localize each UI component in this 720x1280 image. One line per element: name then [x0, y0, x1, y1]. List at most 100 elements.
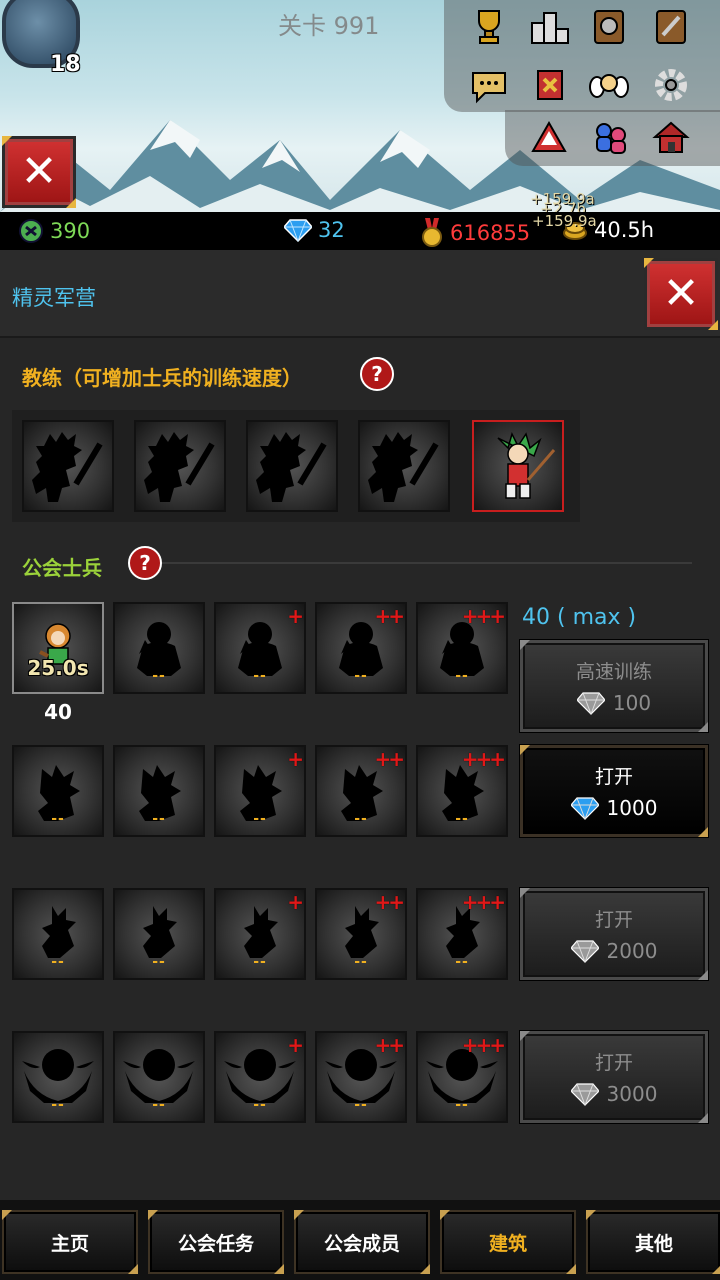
upgrade-plus-marker: +++ — [461, 890, 506, 914]
unlock-row-button[interactable]: 打开 2000 — [520, 888, 708, 980]
soldier-slot-locked[interactable]: -- — [113, 745, 205, 837]
unlock-row-button[interactable]: 打开 3000 — [520, 1031, 708, 1123]
panel-header: 精灵军营 ✕ — [0, 250, 720, 338]
soldier-slot-locked[interactable]: -- +++ — [416, 1031, 508, 1123]
button-label: 高速训练 — [575, 661, 652, 683]
soldier-slot-locked[interactable]: -- + — [214, 745, 306, 837]
angel-icon[interactable] — [588, 64, 630, 106]
button-cost-value: 100 — [612, 691, 652, 715]
upgrade-plus-marker: +++ — [461, 604, 506, 628]
upgrade-plus-marker: + — [287, 1033, 304, 1057]
battle-flag-icon[interactable] — [529, 64, 571, 106]
slot-placeholder: -- — [152, 1097, 166, 1113]
soldier-slot-locked[interactable]: -- + — [214, 1031, 306, 1123]
nav-label: 主页 — [50, 1232, 89, 1255]
medal-count: 616855 — [450, 221, 531, 245]
button-label: 打开 — [594, 766, 633, 788]
nav-home[interactable]: 主页 — [2, 1210, 138, 1274]
soldier-slot-locked[interactable]: -- +++ — [416, 602, 508, 694]
nav-guild-tasks[interactable]: 公会任务 — [148, 1210, 284, 1274]
first-slot-count: 40 — [44, 700, 72, 724]
coach-slot-empty[interactable] — [22, 420, 114, 512]
button-cost: 1000 — [523, 796, 705, 820]
guild-help-button[interactable]: ? — [128, 546, 162, 580]
upgrade-plus-marker: +++ — [461, 747, 506, 771]
soldier-slot-locked[interactable]: -- ++ — [315, 602, 407, 694]
chat-bubble-icon[interactable] — [468, 64, 510, 106]
warning-triangle-icon[interactable] — [528, 116, 570, 158]
slot-placeholder: -- — [253, 811, 267, 827]
skull-icon — [19, 219, 43, 243]
upgrade-plus-marker: + — [287, 747, 304, 771]
slot-placeholder: -- — [455, 668, 469, 684]
soldier-slot-locked[interactable]: -- — [12, 745, 104, 837]
gem-icon — [284, 219, 312, 242]
unlock-row-button[interactable]: 打开 1000 — [520, 745, 708, 837]
soldier-slot-locked[interactable]: -- — [113, 1031, 205, 1123]
fast-train-button[interactable]: 高速训练 100 — [520, 640, 708, 732]
skull-resource: 390 — [18, 218, 90, 244]
gem-resource: 32 — [284, 218, 345, 242]
nav-label: 公会成员 — [323, 1232, 400, 1255]
gear-icon[interactable] — [650, 64, 692, 106]
upgrade-plus-marker: ++ — [374, 1033, 404, 1057]
stage-label: 关卡 991 — [278, 12, 380, 40]
friends-icon[interactable] — [590, 116, 632, 158]
soldier-slot-locked[interactable]: -- +++ — [416, 888, 508, 980]
player-level: 18 — [50, 52, 81, 77]
nav-label: 其他 — [634, 1232, 673, 1255]
nav-label: 公会任务 — [177, 1232, 254, 1255]
upgrade-plus-marker: +++ — [461, 1033, 506, 1057]
ranking-podium-icon[interactable] — [529, 6, 571, 48]
slot-placeholder: -- — [152, 668, 166, 684]
coach-help-button[interactable]: ? — [360, 357, 394, 391]
book-sword-icon[interactable] — [650, 6, 692, 48]
soldier-slot-locked[interactable]: -- ++ — [315, 745, 407, 837]
barracks-panel: 精灵军营 ✕ 教练（可增加士兵的训练速度） ? 公会士兵 ? 40 ( max … — [0, 250, 720, 1200]
book-helmet-icon[interactable] — [588, 6, 630, 48]
panel-close-button[interactable]: ✕ — [644, 258, 718, 330]
house-icon[interactable] — [650, 116, 692, 158]
coach-slot-empty[interactable] — [246, 420, 338, 512]
medal-icon — [422, 218, 442, 247]
button-cost-value: 2000 — [606, 939, 658, 963]
slot-placeholder: -- — [253, 954, 267, 970]
soldier-slot-locked[interactable]: -- — [113, 602, 205, 694]
slot-placeholder: -- — [51, 954, 65, 970]
coach-slot-empty[interactable] — [134, 420, 226, 512]
button-cost: 100 — [523, 691, 705, 715]
nav-buildings[interactable]: 建筑 — [440, 1210, 576, 1274]
resource-bar: 390 32 616855 40.5h +159.9a — [0, 212, 720, 250]
gem-icon — [570, 1083, 599, 1106]
skull-count: 390 — [50, 219, 91, 243]
soldier-slot-locked[interactable]: -- — [12, 1031, 104, 1123]
soldier-slot-locked[interactable]: -- — [113, 888, 205, 980]
trophy-icon[interactable] — [468, 6, 510, 48]
scene-close-button[interactable]: ✕ — [2, 136, 76, 208]
soldier-slot-locked[interactable]: -- + — [214, 888, 306, 980]
coach-slot-empty[interactable] — [358, 420, 450, 512]
nav-guild-members[interactable]: 公会成员 — [294, 1210, 430, 1274]
slot-placeholder: -- — [51, 811, 65, 827]
soldier-slot-training[interactable]: 25.0s — [12, 602, 104, 694]
slot-placeholder: -- — [354, 954, 368, 970]
upgrade-plus-marker: ++ — [374, 604, 404, 628]
button-cost: 3000 — [523, 1082, 705, 1106]
soldier-slot-locked[interactable]: -- ++ — [315, 888, 407, 980]
coach-section-title: 教练（可增加士兵的训练速度） — [22, 366, 302, 390]
soldier-slot-locked[interactable]: -- ++ — [315, 1031, 407, 1123]
bottom-nav: 主页 公会任务 公会成员 建筑 其他 — [0, 1200, 720, 1280]
close-icon: ✕ — [20, 146, 58, 197]
soldier-slot-locked[interactable]: -- + — [214, 602, 306, 694]
slot-placeholder: -- — [354, 1097, 368, 1113]
button-cost-value: 3000 — [606, 1082, 658, 1106]
button-label: 打开 — [594, 909, 633, 931]
coach-slot-elf-archer[interactable] — [472, 420, 564, 512]
soldier-slot-locked[interactable]: -- — [12, 888, 104, 980]
floating-gain-text: +2.7b — [540, 200, 586, 212]
slot-placeholder: -- — [253, 1097, 267, 1113]
section-divider — [162, 562, 692, 564]
medal-resource: 616855 — [420, 218, 530, 248]
nav-other[interactable]: 其他 — [586, 1210, 720, 1274]
soldier-slot-locked[interactable]: -- +++ — [416, 745, 508, 837]
